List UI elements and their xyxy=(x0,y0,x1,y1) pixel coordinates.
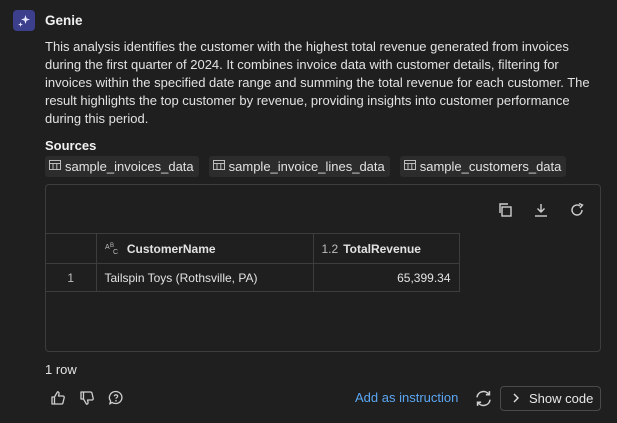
table-icon xyxy=(49,159,61,174)
response-text: This analysis identifies the customer wi… xyxy=(45,39,590,126)
assistant-name: Genie xyxy=(45,13,83,28)
table-header-row: ABC CustomerName 1.2 TotalRevenue xyxy=(46,233,460,264)
row-count: 1 row xyxy=(45,362,77,377)
result-panel: ABC CustomerName 1.2 TotalRevenue 1 Tails… xyxy=(45,184,601,352)
numeric-type-tag: 1.2 xyxy=(321,241,339,256)
add-as-instruction-link[interactable]: Add as instruction xyxy=(355,390,458,405)
cell-customer-name[interactable]: Tailspin Toys (Rothsville, PA) xyxy=(95,263,314,292)
thumbs-down-icon[interactable] xyxy=(78,389,95,406)
svg-text:C: C xyxy=(113,249,118,255)
thumbs-up-icon[interactable] xyxy=(49,389,66,406)
download-icon[interactable] xyxy=(531,200,550,219)
column-label: TotalRevenue xyxy=(343,241,421,256)
refresh-icon[interactable] xyxy=(567,200,586,219)
show-code-label: Show code xyxy=(529,391,594,406)
row-index: 1 xyxy=(46,263,97,292)
copy-icon[interactable] xyxy=(495,200,514,219)
assistant-header: Genie xyxy=(13,10,83,31)
source-chip[interactable]: sample_invoice_lines_data xyxy=(208,156,390,177)
result-table: ABC CustomerName 1.2 TotalRevenue 1 Tails… xyxy=(46,233,460,292)
index-header xyxy=(46,233,97,264)
chevron-right-icon xyxy=(512,391,520,406)
source-name: sample_invoice_lines_data xyxy=(228,159,385,174)
sources-list: sample_invoices_data sample_invoice_line… xyxy=(45,156,567,177)
regenerate-icon[interactable] xyxy=(474,389,493,408)
column-header-customername[interactable]: ABC CustomerName xyxy=(95,233,314,264)
column-label: CustomerName xyxy=(126,241,216,256)
table-icon xyxy=(212,159,225,174)
show-code-button[interactable]: Show code xyxy=(500,386,601,411)
source-name: sample_customers_data xyxy=(419,159,562,174)
source-chip[interactable]: sample_invoices_data xyxy=(45,156,199,177)
column-header-totalrevenue[interactable]: 1.2 TotalRevenue xyxy=(312,233,460,264)
sparkle-icon xyxy=(13,10,35,31)
sources-label: Sources xyxy=(45,138,97,153)
string-type-icon: ABC xyxy=(105,242,122,256)
source-chip[interactable]: sample_customers_data xyxy=(399,156,567,177)
genie-response: Genie This analysis identifies the custo… xyxy=(0,0,617,423)
feedback-buttons xyxy=(49,389,124,406)
table-row: 1 Tailspin Toys (Rothsville, PA) 65,399.… xyxy=(46,263,460,292)
table-icon xyxy=(403,159,416,174)
help-chat-icon[interactable] xyxy=(107,389,124,406)
source-name: sample_invoices_data xyxy=(65,159,194,174)
result-toolbar xyxy=(495,200,586,219)
cell-total-revenue[interactable]: 65,399.34 xyxy=(312,263,460,292)
